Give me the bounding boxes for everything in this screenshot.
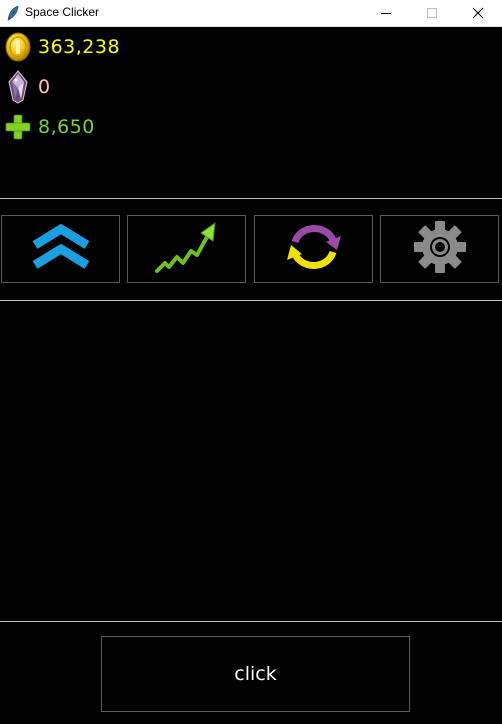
divider-top (0, 198, 502, 199)
gems-stat: 0 (4, 70, 51, 104)
close-icon (472, 4, 484, 23)
maximize-button[interactable] (409, 0, 455, 26)
coins-stat: 363,238 (4, 31, 120, 63)
click-button[interactable]: click (101, 636, 410, 712)
bonus-stat: 8,650 (4, 111, 95, 143)
gem-icon (4, 70, 32, 104)
click-button-label: click (234, 663, 277, 685)
tab-stats[interactable] (127, 215, 246, 283)
close-button[interactable] (455, 0, 501, 26)
plus-icon (4, 111, 32, 143)
gems-value: 0 (38, 76, 51, 98)
tab-content-panel (0, 301, 502, 621)
cycle-arrows-icon (283, 218, 345, 280)
minimize-icon (380, 4, 392, 23)
title-bar: Space Clicker (0, 0, 502, 27)
maximize-icon (426, 4, 438, 23)
tab-settings[interactable] (380, 215, 499, 283)
bonus-value: 8,650 (38, 116, 95, 138)
tab-rebirth[interactable] (254, 215, 373, 283)
trend-up-arrow-icon (154, 219, 219, 279)
double-chevron-up-icon (31, 223, 91, 275)
feather-icon (6, 5, 20, 21)
window-title: Space Clicker (25, 5, 100, 19)
gear-icon (413, 220, 467, 278)
divider-bottom (0, 621, 502, 622)
coins-value: 363,238 (38, 36, 121, 58)
game-area: 363,238 0 8,650 click (0, 27, 502, 724)
minimize-button[interactable] (363, 0, 409, 26)
tab-upgrades[interactable] (1, 215, 120, 283)
coin-icon (4, 31, 32, 63)
